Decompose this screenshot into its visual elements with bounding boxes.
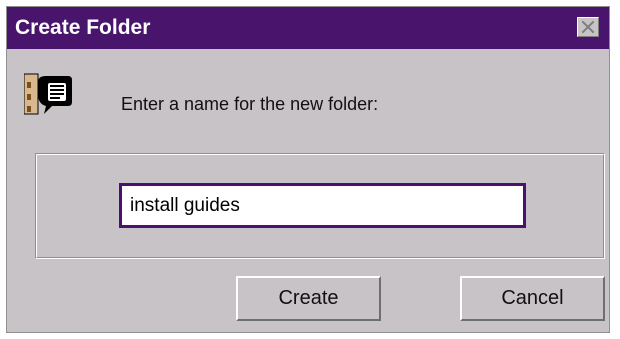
folder-name-input[interactable] xyxy=(119,183,526,228)
prompt-label: Enter a name for the new folder: xyxy=(121,94,379,114)
title-bar: Create Folder xyxy=(7,7,609,49)
close-button[interactable] xyxy=(577,17,599,37)
folder-prompt-icon xyxy=(24,73,72,115)
close-icon xyxy=(581,20,595,34)
cancel-button[interactable]: Cancel xyxy=(460,276,605,321)
create-folder-dialog: Create Folder Enter a name for the new f… xyxy=(6,6,610,333)
create-button[interactable]: Create xyxy=(236,276,381,321)
dialog-title: Create Folder xyxy=(15,16,151,39)
